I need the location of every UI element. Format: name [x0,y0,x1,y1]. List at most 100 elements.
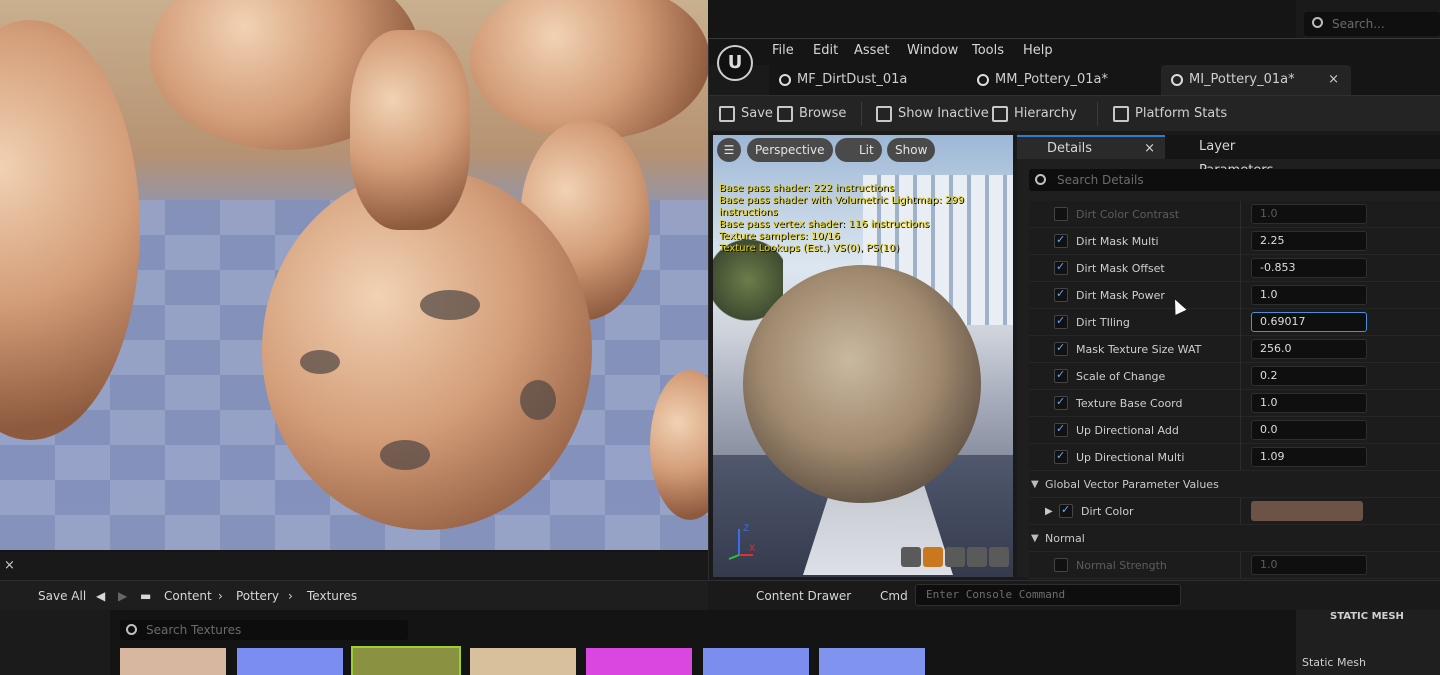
cube-shape-button[interactable] [967,547,987,567]
override-checkbox[interactable] [1054,233,1068,248]
override-checkbox[interactable] [1054,287,1068,302]
parameter-value-input[interactable]: 0.2 [1251,366,1367,386]
sphere-shape-button[interactable] [923,547,943,567]
menu-file[interactable]: File [772,43,794,58]
parameter-label: Dirt Color Contrast [1076,208,1180,221]
section-label: Normal [1045,532,1085,545]
column-divider [1240,282,1241,309]
unreal-logo-icon[interactable]: U [717,45,753,81]
console-input[interactable]: Enter Console Command [915,584,1181,606]
close-icon[interactable]: × [1144,137,1155,161]
parameter-value-input[interactable]: 1.0 [1251,285,1367,305]
override-checkbox[interactable] [1054,207,1068,221]
parameter-label: Dirt Color [1081,505,1134,518]
breadcrumb-textures[interactable]: Textures [307,581,357,611]
parameter-value-input[interactable]: 1.0 [1251,393,1367,413]
asset-area: Search Textures [0,610,1296,675]
show-button[interactable]: Show [887,138,936,162]
cmd-label: Cmd [880,589,908,603]
menu-edit[interactable]: Edit [813,43,838,58]
preview-sphere [743,265,981,503]
override-checkbox[interactable] [1054,422,1068,437]
top-search-input[interactable]: Search... [1304,12,1440,36]
parameter-row: Dirt TIling 0.69017 [1029,309,1440,336]
cylinder-shape-button[interactable] [901,547,921,567]
hierarchy-button[interactable]: Hierarchy [992,96,1077,132]
cmd-button[interactable]: Cmd [860,581,908,611]
menu-window[interactable]: Window [907,43,958,58]
show-inactive-button[interactable]: Show Inactive [876,96,989,132]
search-icon [1312,17,1323,28]
breadcrumb-content[interactable]: Content [164,581,212,611]
tab-details[interactable]: Details × [1017,135,1165,159]
separator [1097,102,1098,126]
override-checkbox[interactable] [1054,341,1068,356]
save-icon [719,106,735,122]
parameter-label: Mask Texture Size WAT [1076,343,1202,356]
texture-thumbnail[interactable] [586,648,692,675]
dirt-color-swatch[interactable] [1251,501,1363,521]
perspective-button[interactable]: Perspective [747,138,833,162]
parameter-value-input[interactable]: 1.09 [1251,447,1367,467]
texture-thumbnail[interactable] [469,648,576,675]
parameter-value-input[interactable]: 2.25 [1251,231,1367,251]
close-icon[interactable]: × [4,558,15,573]
material-preview-viewport[interactable]: ☰ Perspective Lit Show Base pass shader:… [713,135,1013,577]
lit-button[interactable]: Lit [835,138,882,162]
tab-mm-pottery[interactable]: MM_Pottery_01a* [967,65,1157,95]
texture-search-input[interactable]: Search Textures [120,620,408,640]
viewport-menu-button[interactable]: ☰ [717,138,741,162]
parameter-value-input[interactable]: 0.0 [1251,420,1367,440]
search-icon [126,624,137,635]
tab-mi-pottery[interactable]: MI_Pottery_01a* × [1161,65,1351,95]
details-search-placeholder: Search Details [1057,173,1144,187]
section-header-vector[interactable]: ▼ Global Vector Parameter Values [1029,471,1440,498]
override-checkbox[interactable] [1059,503,1073,518]
chevron-right-icon[interactable]: ▶ [1045,498,1053,525]
tab-mf-dirtdust[interactable]: MF_DirtDust_01a [769,65,959,95]
details-search-input[interactable]: Search Details [1029,169,1440,191]
menu-help[interactable]: Help [1023,43,1053,58]
parameter-row: Up Directional Add 0.0 [1029,417,1440,444]
texture-thumbnail[interactable] [120,648,226,675]
static-mesh-label: Static Mesh [1302,656,1366,669]
parameter-value-input[interactable]: -0.853 [1251,258,1367,278]
texture-thumbnail[interactable] [819,648,925,675]
override-checkbox[interactable] [1054,395,1068,410]
column-divider [1240,390,1241,417]
parameter-value-input[interactable]: 256.0 [1251,339,1367,359]
override-checkbox[interactable] [1054,558,1068,572]
close-icon[interactable]: × [1328,65,1339,95]
parameter-row: Dirt Mask Offset -0.853 [1029,255,1440,282]
save-button[interactable]: Save [719,96,773,132]
section-header-normal[interactable]: ▼ Normal [1029,525,1440,552]
texture-thumbnail[interactable] [351,646,461,675]
menu-asset[interactable]: Asset [854,43,890,58]
override-checkbox[interactable] [1054,314,1068,329]
texture-thumbnail[interactable] [236,648,343,675]
axis-gizmo-icon: Z X [728,524,755,560]
asset-tabs: MF_DirtDust_01a MM_Pottery_01a* MI_Potte… [769,65,1440,95]
parameter-value-input[interactable]: 1.0 [1251,555,1367,575]
level-viewport[interactable] [0,0,708,550]
menu-tools[interactable]: Tools [972,43,1004,58]
forward-icon[interactable]: ▶ [118,581,127,611]
breadcrumb-pottery[interactable]: Pottery [236,581,279,611]
override-checkbox[interactable] [1054,260,1068,275]
browse-button[interactable]: Browse [777,96,846,132]
column-divider [1240,444,1241,471]
platform-stats-button[interactable]: Platform Stats [1113,96,1227,132]
override-checkbox[interactable] [1054,449,1068,464]
save-all-button[interactable]: Save All [38,581,86,611]
column-divider [1240,336,1241,363]
back-icon[interactable]: ◀ [96,581,105,611]
tab-layer-parameters[interactable]: Layer Parameters [1169,135,1309,178]
parameter-value-input[interactable]: 0.69017 [1251,312,1367,332]
content-drawer-button[interactable]: Content Drawer [722,581,851,611]
teapot-shape-button[interactable] [989,547,1009,567]
plane-shape-button[interactable] [945,547,965,567]
texture-thumbnail[interactable] [702,648,809,675]
parameter-label: Normal Strength [1076,559,1167,572]
parameter-value-input[interactable]: 1.0 [1251,204,1367,224]
override-checkbox[interactable] [1054,368,1068,383]
